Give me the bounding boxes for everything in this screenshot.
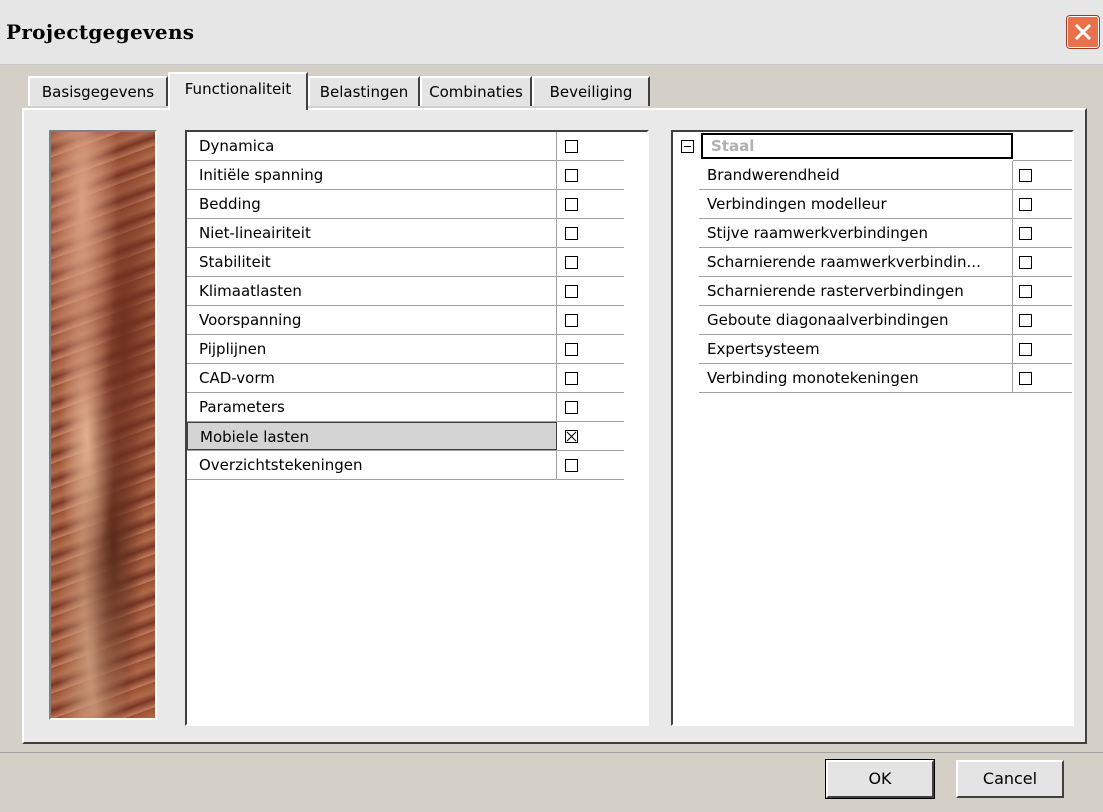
list-item[interactable]: Niet-lineairiteit — [187, 219, 624, 248]
decorative-image — [49, 130, 157, 720]
close-icon — [1074, 23, 1092, 41]
checkbox[interactable] — [1019, 372, 1032, 385]
list-item-label: Brandwerendheid — [699, 161, 1013, 189]
divider — [0, 752, 1103, 753]
list-item[interactable]: Geboute diagonaalverbindingen — [699, 306, 1072, 335]
list-item[interactable]: Verbindingen modelleur — [699, 190, 1072, 219]
checkbox[interactable] — [565, 285, 578, 298]
functions-list: Dynamica Initiële spanning Bedding Niet-… — [185, 130, 649, 726]
list-item[interactable]: Stabiliteit — [187, 248, 624, 277]
checkbox[interactable] — [1019, 169, 1032, 182]
checkbox[interactable] — [565, 256, 578, 269]
list-item-label: Initiële spanning — [187, 161, 557, 189]
cancel-button[interactable]: Cancel — [956, 760, 1064, 798]
checkbox[interactable] — [1019, 285, 1032, 298]
list-item[interactable]: Klimaatlasten — [187, 277, 624, 306]
list-item-label: Expertsysteem — [699, 335, 1013, 363]
checkbox[interactable] — [565, 314, 578, 327]
list-item[interactable]: Dynamica — [187, 132, 624, 161]
functionaliteit-panel: Dynamica Initiële spanning Bedding Niet-… — [22, 108, 1087, 744]
checkbox-checked[interactable] — [565, 430, 578, 443]
checkbox[interactable] — [1019, 198, 1032, 211]
list-item-label: Stijve raamwerkverbindingen — [699, 219, 1013, 247]
list-item[interactable]: Bedding — [187, 190, 624, 219]
tab-beveiliging[interactable]: Beveiliging — [532, 76, 650, 106]
list-item-label: Verbindingen modelleur — [699, 190, 1013, 218]
list-item-label: Parameters — [187, 393, 557, 421]
checkbox[interactable] — [1019, 343, 1032, 356]
list-item[interactable]: Initiële spanning — [187, 161, 624, 190]
list-item[interactable]: Expertsysteem — [699, 335, 1072, 364]
list-item-label: Scharnierende rasterverbindingen — [699, 277, 1013, 305]
window-title: Projectgegevens — [6, 20, 195, 44]
list-item-label: Geboute diagonaalverbindingen — [699, 306, 1013, 334]
checkbox[interactable] — [1019, 256, 1032, 269]
checkbox[interactable] — [565, 401, 578, 414]
list-item-selected[interactable]: Mobiele lasten — [187, 422, 624, 451]
list-item-label: Overzichtstekeningen — [187, 451, 557, 479]
checkbox[interactable] — [565, 459, 578, 472]
ok-button[interactable]: OK — [825, 759, 935, 799]
list-item[interactable]: Stijve raamwerkverbindingen — [699, 219, 1072, 248]
close-button[interactable] — [1067, 16, 1099, 48]
title-bar: Projectgegevens — [0, 0, 1103, 65]
list-item[interactable]: Parameters — [187, 393, 624, 422]
steel-options-list: Staal Brandwerendheid Verbindingen model… — [671, 130, 1074, 726]
collapse-icon[interactable] — [681, 140, 694, 153]
list-item[interactable]: Scharnierende raamwerkverbindin... — [699, 248, 1072, 277]
checkbox[interactable] — [1019, 314, 1032, 327]
checkbox[interactable] — [565, 227, 578, 240]
group-header[interactable]: Staal — [673, 132, 1072, 161]
checkbox[interactable] — [565, 198, 578, 211]
list-item-label: Stabiliteit — [187, 248, 557, 276]
list-item[interactable]: Verbinding monotekeningen — [699, 364, 1072, 393]
list-item-label: Pijplijnen — [187, 335, 557, 363]
tab-strip: Basisgegevens Functionaliteit Belastinge… — [0, 72, 1103, 112]
group-label: Staal — [701, 133, 1013, 159]
checkbox[interactable] — [565, 140, 578, 153]
list-item-label: Klimaatlasten — [187, 277, 557, 305]
checkbox[interactable] — [565, 169, 578, 182]
checkbox[interactable] — [565, 372, 578, 385]
list-item[interactable]: Voorspanning — [187, 306, 624, 335]
list-item[interactable]: Scharnierende rasterverbindingen — [699, 277, 1072, 306]
tab-basisgegevens[interactable]: Basisgegevens — [28, 76, 168, 106]
list-item-label: Dynamica — [187, 132, 557, 160]
list-item-label: Mobiele lasten — [187, 422, 557, 450]
list-item-label: Voorspanning — [187, 306, 557, 334]
checkbox[interactable] — [565, 343, 578, 356]
list-item-label: Bedding — [187, 190, 557, 218]
list-item[interactable]: Pijplijnen — [187, 335, 624, 364]
tab-functionaliteit[interactable]: Functionaliteit — [168, 72, 308, 110]
list-item[interactable]: Brandwerendheid — [699, 161, 1072, 190]
list-item-label: CAD-vorm — [187, 364, 557, 392]
list-item-label: Verbinding monotekeningen — [699, 364, 1013, 392]
list-item-label: Niet-lineairiteit — [187, 219, 557, 247]
checkbox[interactable] — [1019, 227, 1032, 240]
list-item[interactable]: Overzichtstekeningen — [187, 451, 624, 480]
list-item[interactable]: CAD-vorm — [187, 364, 624, 393]
list-item-label: Scharnierende raamwerkverbindin... — [699, 248, 1013, 276]
tab-belastingen[interactable]: Belastingen — [308, 76, 420, 106]
tab-combinaties[interactable]: Combinaties — [420, 76, 532, 106]
